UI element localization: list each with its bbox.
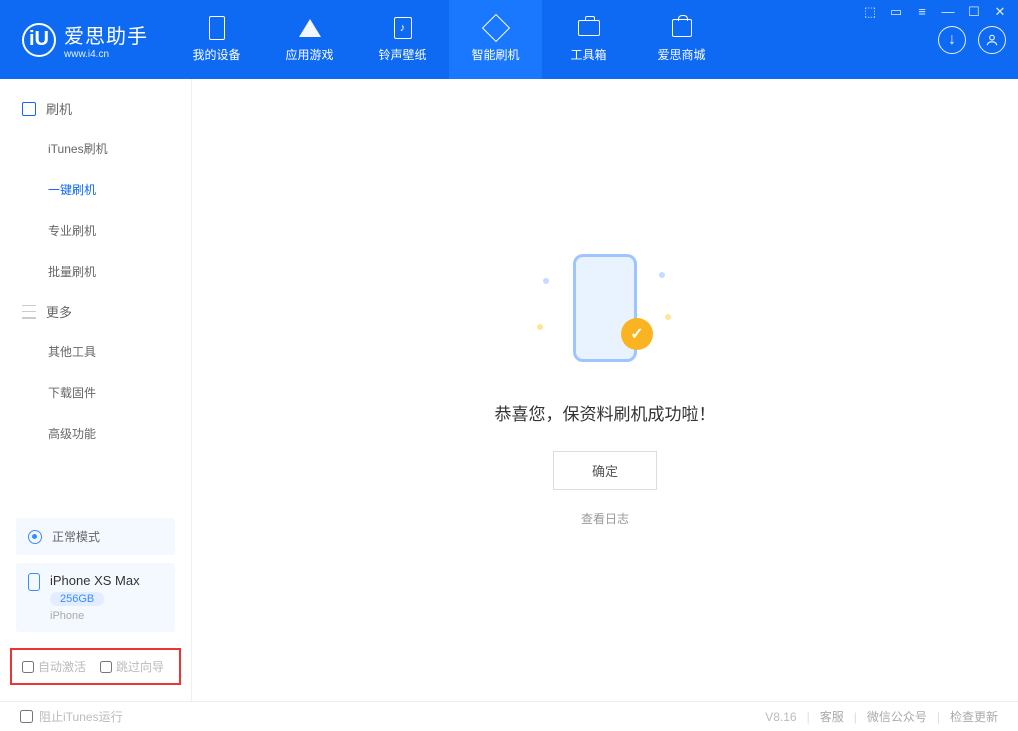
sidebar-item-advanced[interactable]: 高级功能 <box>0 413 191 454</box>
nav-label: 我的设备 <box>192 46 240 63</box>
phone-icon <box>22 102 36 116</box>
check-icon: ✓ <box>621 318 653 350</box>
sidebar: 刷机 iTunes刷机 一键刷机 专业刷机 批量刷机 更多 其他工具 下载固件 … <box>0 79 192 701</box>
sidebar-item-oneclick-flash[interactable]: 一键刷机 <box>0 169 191 210</box>
app-title: 爱思助手 <box>64 20 148 49</box>
device-name: iPhone XS Max <box>50 573 140 588</box>
footer-link-wechat[interactable]: 微信公众号 <box>867 708 927 725</box>
auto-activate-label: 自动激活 <box>38 658 86 675</box>
skip-guide-label: 跳过向导 <box>116 658 164 675</box>
list-icon <box>22 305 36 319</box>
header-right: ↓ <box>938 0 1006 79</box>
sidebar-group-more: 更多 <box>0 292 191 331</box>
device-mode: 正常模式 <box>52 528 100 545</box>
sidebar-item-itunes-flash[interactable]: iTunes刷机 <box>0 128 191 169</box>
mode-icon <box>28 530 42 544</box>
nav-my-device[interactable]: 我的设备 <box>170 0 263 79</box>
sidebar-item-pro-flash[interactable]: 专业刷机 <box>0 210 191 251</box>
header: iU 爱思助手 www.i4.cn 我的设备 应用游戏 ♪ 铃声壁纸 智能刷机 … <box>0 0 1018 79</box>
download-icon[interactable]: ↓ <box>938 26 966 54</box>
user-icon[interactable] <box>978 26 1006 54</box>
flash-icon <box>483 16 509 40</box>
view-log-link[interactable]: 查看日志 <box>581 510 629 527</box>
device-info-card[interactable]: iPhone XS Max 256GB iPhone <box>16 563 175 632</box>
nav: 我的设备 应用游戏 ♪ 铃声壁纸 智能刷机 工具箱 爱思商城 <box>170 0 728 79</box>
nav-label: 应用游戏 <box>285 46 333 63</box>
nav-label: 工具箱 <box>570 46 606 63</box>
cube-icon <box>297 16 323 40</box>
block-itunes-input[interactable] <box>20 710 33 723</box>
logo-icon: iU <box>22 23 56 57</box>
main-content: ✓ 恭喜您，保资料刷机成功啦！ 确定 查看日志 <box>192 79 1018 701</box>
nav-smart-flash[interactable]: 智能刷机 <box>449 0 542 79</box>
sidebar-item-download-firmware[interactable]: 下载固件 <box>0 372 191 413</box>
sidebar-item-other-tools[interactable]: 其他工具 <box>0 331 191 372</box>
nav-store[interactable]: 爱思商城 <box>635 0 728 79</box>
nav-label: 智能刷机 <box>471 46 519 63</box>
options-highlight-box: 自动激活 跳过向导 <box>10 648 181 685</box>
device-icon <box>204 16 230 40</box>
store-icon <box>669 16 695 40</box>
nav-apps-games[interactable]: 应用游戏 <box>263 0 356 79</box>
device-mode-card[interactable]: 正常模式 <box>16 518 175 555</box>
app-subtitle: www.i4.cn <box>64 49 148 60</box>
wc-skin-icon[interactable]: ⬚ <box>862 4 878 20</box>
auto-activate-checkbox[interactable]: 自动激活 <box>22 658 86 675</box>
ok-button[interactable]: 确定 <box>553 451 657 490</box>
group-label: 更多 <box>46 302 72 321</box>
group-label: 刷机 <box>46 99 72 118</box>
footer-link-update[interactable]: 检查更新 <box>950 708 998 725</box>
skip-guide-input[interactable] <box>100 661 112 673</box>
wc-menu-icon[interactable]: ≡ <box>914 4 930 20</box>
nav-label: 爱思商城 <box>657 46 705 63</box>
footer: 阻止iTunes运行 V8.16 | 客服 | 微信公众号 | 检查更新 <box>0 701 1018 731</box>
auto-activate-input[interactable] <box>22 661 34 673</box>
success-message: 恭喜您，保资料刷机成功啦！ <box>495 400 716 425</box>
music-icon: ♪ <box>390 16 416 40</box>
toolbox-icon <box>576 16 602 40</box>
sidebar-item-batch-flash[interactable]: 批量刷机 <box>0 251 191 292</box>
wc-options-icon[interactable]: ▭ <box>888 4 904 20</box>
success-illustration: ✓ <box>535 254 675 374</box>
skip-guide-checkbox[interactable]: 跳过向导 <box>100 658 164 675</box>
footer-link-support[interactable]: 客服 <box>820 708 844 725</box>
nav-toolbox[interactable]: 工具箱 <box>542 0 635 79</box>
logo: iU 爱思助手 www.i4.cn <box>0 20 170 60</box>
nav-ring-wall[interactable]: ♪ 铃声壁纸 <box>356 0 449 79</box>
version-label: V8.16 <box>765 710 796 724</box>
device-icon <box>28 573 40 591</box>
device-type: iPhone <box>50 610 140 622</box>
nav-label: 铃声壁纸 <box>378 46 426 63</box>
device-capacity: 256GB <box>50 592 104 606</box>
block-itunes-label: 阻止iTunes运行 <box>39 708 123 725</box>
sidebar-group-flash: 刷机 <box>0 89 191 128</box>
block-itunes-checkbox[interactable]: 阻止iTunes运行 <box>20 708 123 725</box>
